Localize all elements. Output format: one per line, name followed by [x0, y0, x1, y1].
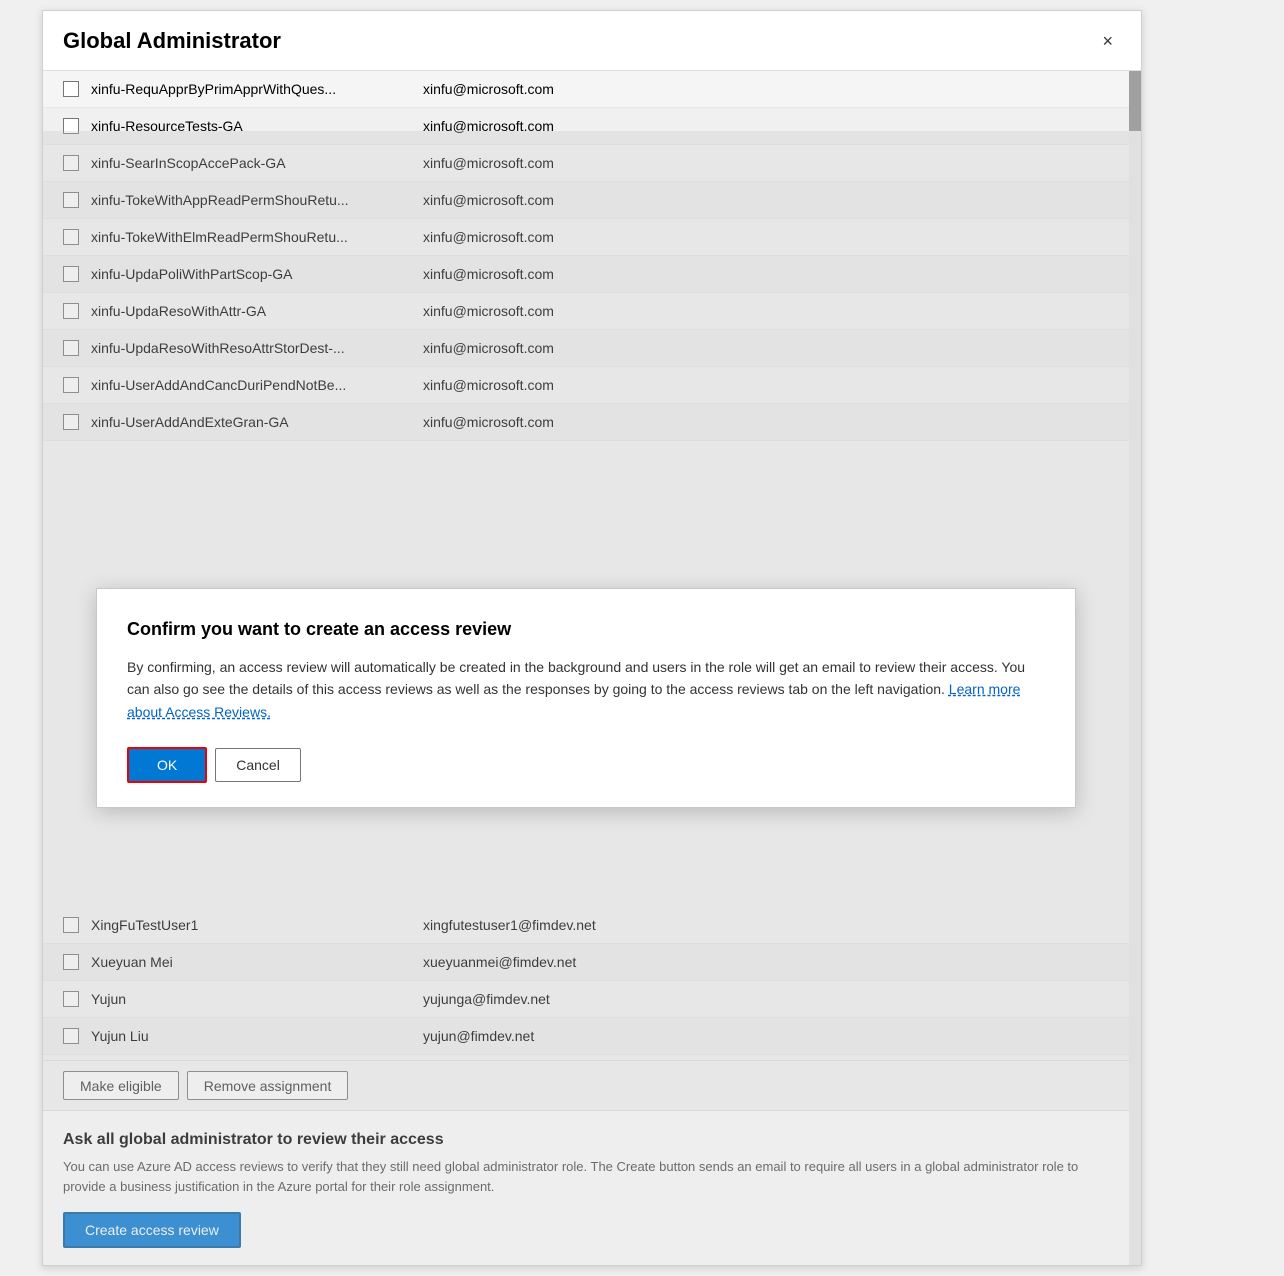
checkbox[interactable]: [63, 81, 79, 97]
panel-content: xinfu-RequApprByPrimApprWithQues... xinf…: [43, 71, 1141, 1265]
close-button[interactable]: ×: [1094, 28, 1121, 54]
scrollbar-thumb[interactable]: [1129, 71, 1141, 131]
panel-header: Global Administrator ×: [43, 11, 1141, 71]
dialog-actions: OK Cancel: [127, 747, 1045, 783]
dialog-overlay: Confirm you want to create an access rev…: [43, 131, 1129, 1265]
item-name: xinfu-RequApprByPrimApprWithQues...: [91, 81, 411, 97]
scrollbar[interactable]: [1129, 71, 1141, 1265]
dialog-body: By confirming, an access review will aut…: [127, 656, 1045, 723]
cancel-button[interactable]: Cancel: [215, 748, 301, 782]
ok-button[interactable]: OK: [127, 747, 207, 783]
main-panel: Global Administrator × xinfu-RequApprByP…: [42, 10, 1142, 1266]
item-email: xinfu@microsoft.com: [423, 81, 554, 97]
dialog-box: Confirm you want to create an access rev…: [96, 588, 1076, 808]
panel-title: Global Administrator: [63, 28, 281, 54]
dialog-title: Confirm you want to create an access rev…: [127, 619, 1045, 640]
top-list-item: xinfu-RequApprByPrimApprWithQues... xinf…: [43, 71, 1141, 108]
dialog-body-text: By confirming, an access review will aut…: [127, 659, 1025, 697]
